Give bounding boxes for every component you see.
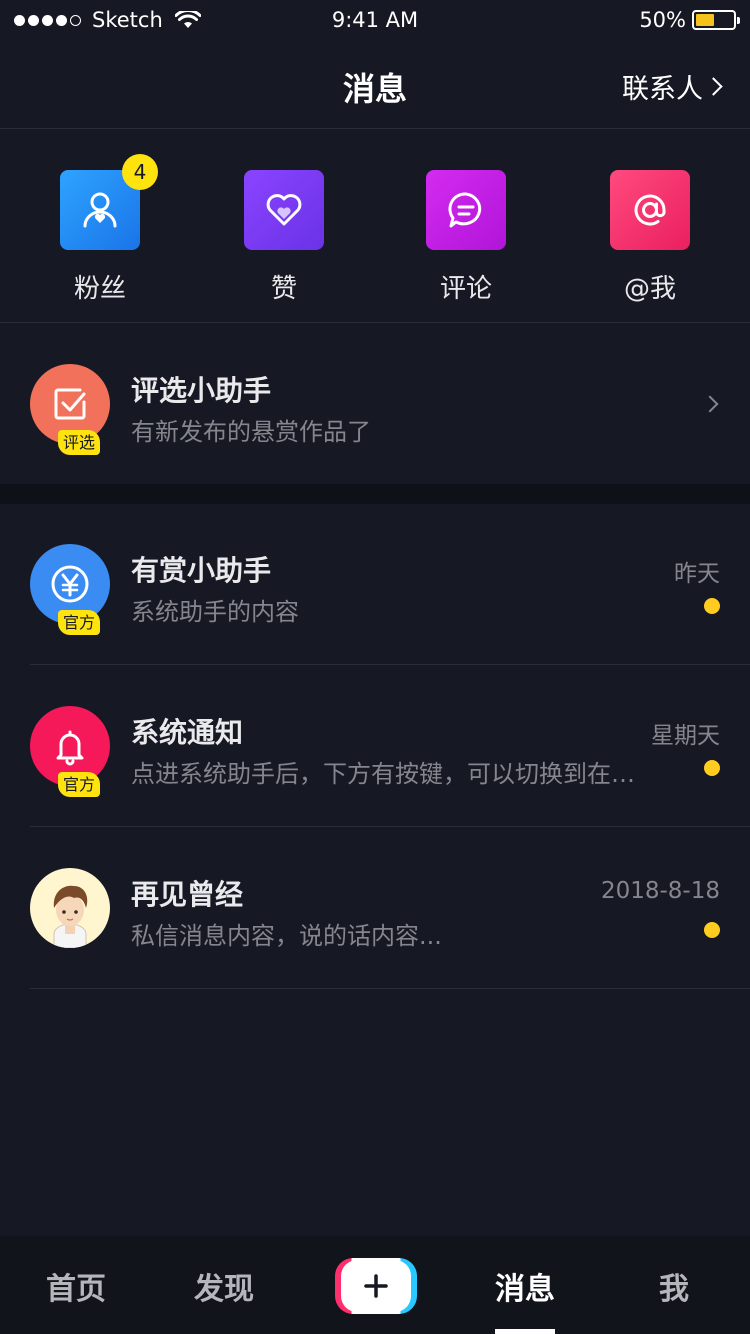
unread-dot [704, 760, 720, 776]
at-icon [610, 170, 690, 250]
quick-action-comments[interactable]: 评论 [411, 170, 521, 305]
quick-action-label: 评论 [439, 274, 492, 304]
publish-button-inner [341, 1260, 411, 1312]
bell-icon [56, 730, 84, 766]
contacts-button[interactable]: 联系人 [622, 67, 723, 106]
yuan-coin-icon [51, 565, 89, 603]
list-divider [30, 988, 750, 989]
official-tag-badge: 官方 [58, 610, 101, 635]
status-bar: Sketch 9:41 AM 50% [0, 0, 750, 40]
cartoon-boy-avatar-icon [53, 885, 88, 948]
battery-fill [696, 14, 714, 26]
publish-button[interactable] [335, 1258, 417, 1314]
message-time: 昨天 [674, 561, 720, 587]
featured-title: 评选小助手 [131, 374, 272, 407]
status-time: 9:41 AM [331, 8, 419, 32]
message-preview: 私信消息内容，说的话内容... [131, 922, 442, 950]
quick-action-label: 赞 [270, 274, 297, 304]
message-title: 再见曾经 [131, 878, 244, 911]
chevron-right-icon [701, 395, 719, 413]
message-row-system-notice[interactable]: 官方 系统通知 点进系统助手后，下方有按键，可以切换到在… 星期天 [0, 666, 750, 826]
tab-me[interactable]: 我 [624, 1264, 724, 1308]
plus-icon [364, 1274, 388, 1298]
message-title: 系统通知 [131, 716, 244, 749]
fans-icon: 4 [60, 154, 158, 250]
selection-tag-badge: 评选 [58, 430, 101, 455]
checkbox-icon [54, 388, 86, 420]
message-row-reward-assistant[interactable]: 官方 有赏小助手 系统助手的内容 昨天 [0, 504, 750, 664]
chevron-right-icon [704, 77, 723, 96]
quick-action-mentions[interactable]: @我 [595, 170, 705, 305]
fans-badge: 4 [122, 154, 158, 190]
message-title: 有赏小助手 [131, 554, 272, 587]
quick-action-likes[interactable]: 赞 [229, 170, 339, 305]
list-divider [30, 664, 750, 665]
quick-action-fans[interactable]: 4 粉丝 [45, 154, 158, 305]
status-right: 50% [639, 8, 740, 32]
unread-dot [704, 922, 720, 938]
tab-messages[interactable]: 消息 [475, 1264, 575, 1308]
message-time: 2018-8-18 [600, 878, 720, 904]
quick-actions: 4 粉丝 赞 评论 @我 [0, 130, 750, 323]
contacts-label: 联系人 [622, 74, 703, 105]
quick-action-label: @我 [623, 274, 676, 304]
message-time: 星期天 [651, 723, 720, 749]
featured-subtitle: 有新发布的悬赏作品了 [131, 418, 371, 446]
heart-icon [244, 170, 324, 250]
tab-bar: 首页 发现 消息 我 [0, 1236, 750, 1334]
official-tag-badge: 官方 [58, 772, 101, 797]
unread-dot [704, 598, 720, 614]
list-divider [30, 826, 750, 827]
battery-icon [692, 10, 740, 30]
battery-percent: 50% [639, 8, 686, 32]
featured-assistant-row[interactable]: 评选 评选小助手 有新发布的悬赏作品了 [0, 324, 750, 484]
comment-icon [426, 170, 506, 250]
active-tab-indicator [495, 1329, 555, 1334]
nav-bar: 消息 联系人 [0, 40, 750, 129]
tab-home[interactable]: 首页 [26, 1264, 126, 1308]
section-separator [0, 484, 750, 504]
message-row-chat[interactable]: 再见曾经 私信消息内容，说的话内容... 2018-8-18 [0, 828, 750, 988]
user-avatar [30, 868, 110, 948]
tab-discover[interactable]: 发现 [174, 1264, 274, 1308]
message-preview: 点进系统助手后，下方有按键，可以切换到在… [131, 760, 635, 788]
quick-action-label: 粉丝 [73, 274, 126, 304]
message-preview: 系统助手的内容 [131, 598, 299, 626]
